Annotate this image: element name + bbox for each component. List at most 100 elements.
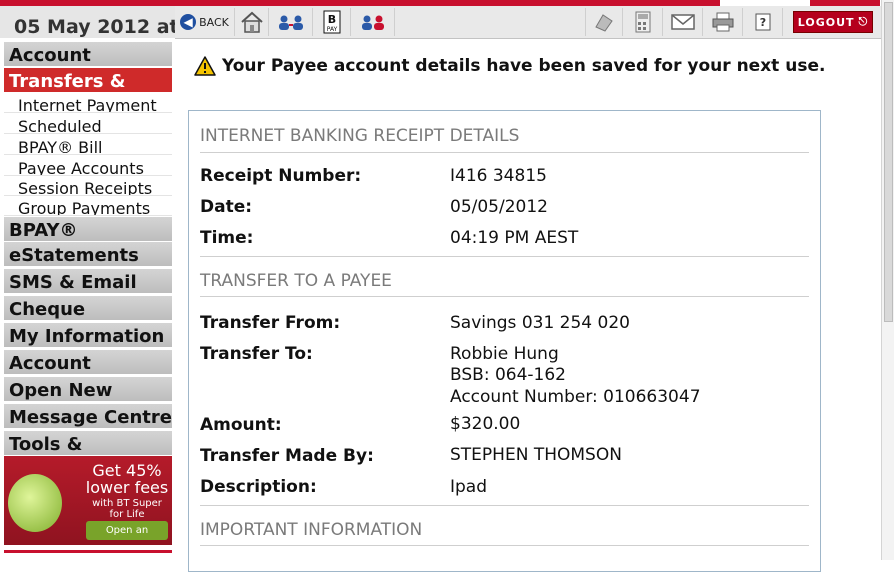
vertical-scrollbar[interactable] [881,0,894,560]
divider [200,152,809,153]
receipt-number-label: Receipt Number: [200,166,362,186]
open-account-button[interactable]: Open an account [86,521,168,545]
payees-button[interactable] [269,8,313,36]
sidebar-item-label: BPAY® Bill [18,138,103,155]
scrollbar-thumb[interactable] [884,2,893,322]
calculator-button[interactable] [623,8,663,36]
sidebar-item-label: eStatements [9,245,139,266]
amount-value: $320.00 [450,414,521,434]
divider [200,296,809,297]
help-icon: ? [755,13,770,31]
sidebar-item-tools[interactable]: Tools & [4,431,172,456]
promo-headline: Get 45% lower fees [85,461,169,497]
sidebar-nav: Account Transfers & Internet Payment Sch… [0,38,175,561]
payee-bsb: BSB: 064-162 [450,365,566,385]
help-button[interactable]: ? [743,8,783,36]
groups-button[interactable] [351,8,395,36]
sidebar-item-label: Session Receipts [18,179,153,196]
receipt-panel: INTERNET BANKING RECEIPT DETAILS Receipt… [188,110,821,572]
sidebar-item-account-2[interactable]: Account [4,350,172,375]
sidebar-item-label: Cheque [9,299,86,320]
sidebar-item-label: Group Payments [18,199,151,216]
group-people-icon [361,15,384,30]
session-date-text: 05 May 2012 at [14,16,175,38]
sidebar-item-label: Internet Payment [18,96,157,113]
sidebar-item-cheque[interactable]: Cheque [4,296,172,321]
success-notice: Your Payee account details have been sav… [194,56,825,76]
sidebar-subitem-internet-payment[interactable]: Internet Payment [4,94,172,113]
important-info-heading: IMPORTANT INFORMATION [200,520,423,540]
back-button[interactable]: ◀ BACK [175,8,235,36]
made-by-label: Transfer Made By: [200,446,374,466]
transfer-to-label: Transfer To: [200,344,313,364]
sidebar-item-label: Tools & [9,434,83,455]
payee-name: Robbie Hung [450,344,559,364]
bpay-button[interactable]: B PAY [313,8,351,36]
divider [200,505,809,506]
back-label: BACK [199,15,229,29]
sidebar-item-estatements[interactable]: eStatements [4,242,172,267]
session-date: 05 May 2012 at [0,6,175,39]
apple-icon [8,474,62,532]
hand-pay-icon [595,14,613,32]
sidebar-item-label: Transfers & [9,71,126,92]
home-icon [240,11,263,33]
sidebar-item-label: SMS & Email [9,272,137,293]
mail-button[interactable] [663,8,703,36]
promo-subline: with BT Super for Life [92,498,162,520]
time-label: Time: [200,228,254,248]
home-button[interactable] [235,8,269,36]
sidebar-subitem-bpay-bill[interactable]: BPAY® Bill [4,136,172,155]
sidebar-item-my-information[interactable]: My Information [4,323,172,348]
back-arrow-icon: ◀ [180,14,197,30]
svg-text:B: B [327,13,335,26]
sidebar-subitem-session-receipts[interactable]: Session Receipts [4,177,172,196]
exit-door-icon: ⎋ [858,15,869,28]
calculator-icon [635,11,650,33]
pay-button[interactable] [585,8,623,36]
promo-banner[interactable]: Get 45% lower fees with BT Super for Lif… [4,456,172,545]
made-by-value: STEPHEN THOMSON [450,445,622,465]
payee-account-number: Account Number: 010663047 [450,387,701,407]
bpay-icon: B PAY [323,10,340,34]
sidebar-item-account[interactable]: Account [4,42,172,67]
sidebar-subitem-group-payments[interactable]: Group Payments [4,197,172,216]
time-value: 04:19 PM AEST [450,228,579,248]
mail-icon [670,14,695,30]
sidebar-item-bpay[interactable]: BPAY® [4,217,172,242]
sidebar-subitem-scheduled[interactable]: Scheduled [4,115,172,134]
receipt-details-heading: INTERNET BANKING RECEIPT DETAILS [200,126,520,146]
sidebar-item-label: My Information [9,326,165,347]
transfer-from-label: Transfer From: [200,313,341,333]
bpay-icon-text: PAY [326,26,337,33]
logout-label: LOGOUT [797,15,855,29]
sidebar-item-sms-email[interactable]: SMS & Email [4,269,172,294]
amount-label: Amount: [200,415,282,435]
date-value: 05/05/2012 [450,197,548,217]
sidebar-subitem-payee-accounts[interactable]: Payee Accounts [4,157,172,176]
sidebar-item-label: Open New [9,380,113,401]
sidebar-item-label: Account [9,353,91,374]
divider [200,256,809,257]
print-button[interactable] [703,8,743,36]
sidebar-item-message-centre[interactable]: Message Centre [4,404,172,429]
warning-icon [194,56,216,76]
date-label: Date: [200,197,253,217]
sidebar-item-label: Scheduled [18,117,102,134]
transfer-heading: TRANSFER TO A PAYEE [200,271,392,291]
sidebar-item-transfers[interactable]: Transfers & [4,68,172,93]
printer-icon [712,12,733,32]
sidebar-item-label: BPAY® [9,220,78,241]
payees-icon [278,15,303,30]
toolbar: ◀ BACK B PAY ? LOGOUT ⎋ [175,6,881,39]
logout-button[interactable]: LOGOUT ⎋ [793,11,873,33]
svg-text:?: ? [759,16,765,29]
sidebar-item-label: Payee Accounts [18,159,144,176]
receipt-number-value: I416 34815 [450,166,547,186]
sidebar-item-open-new[interactable]: Open New [4,377,172,402]
description-label: Description: [200,477,317,497]
transfer-from-value: Savings 031 254 020 [450,313,630,333]
description-value: Ipad [450,477,488,497]
promo-banner-2[interactable] [4,550,172,561]
sidebar-item-label: Message Centre [9,407,172,428]
